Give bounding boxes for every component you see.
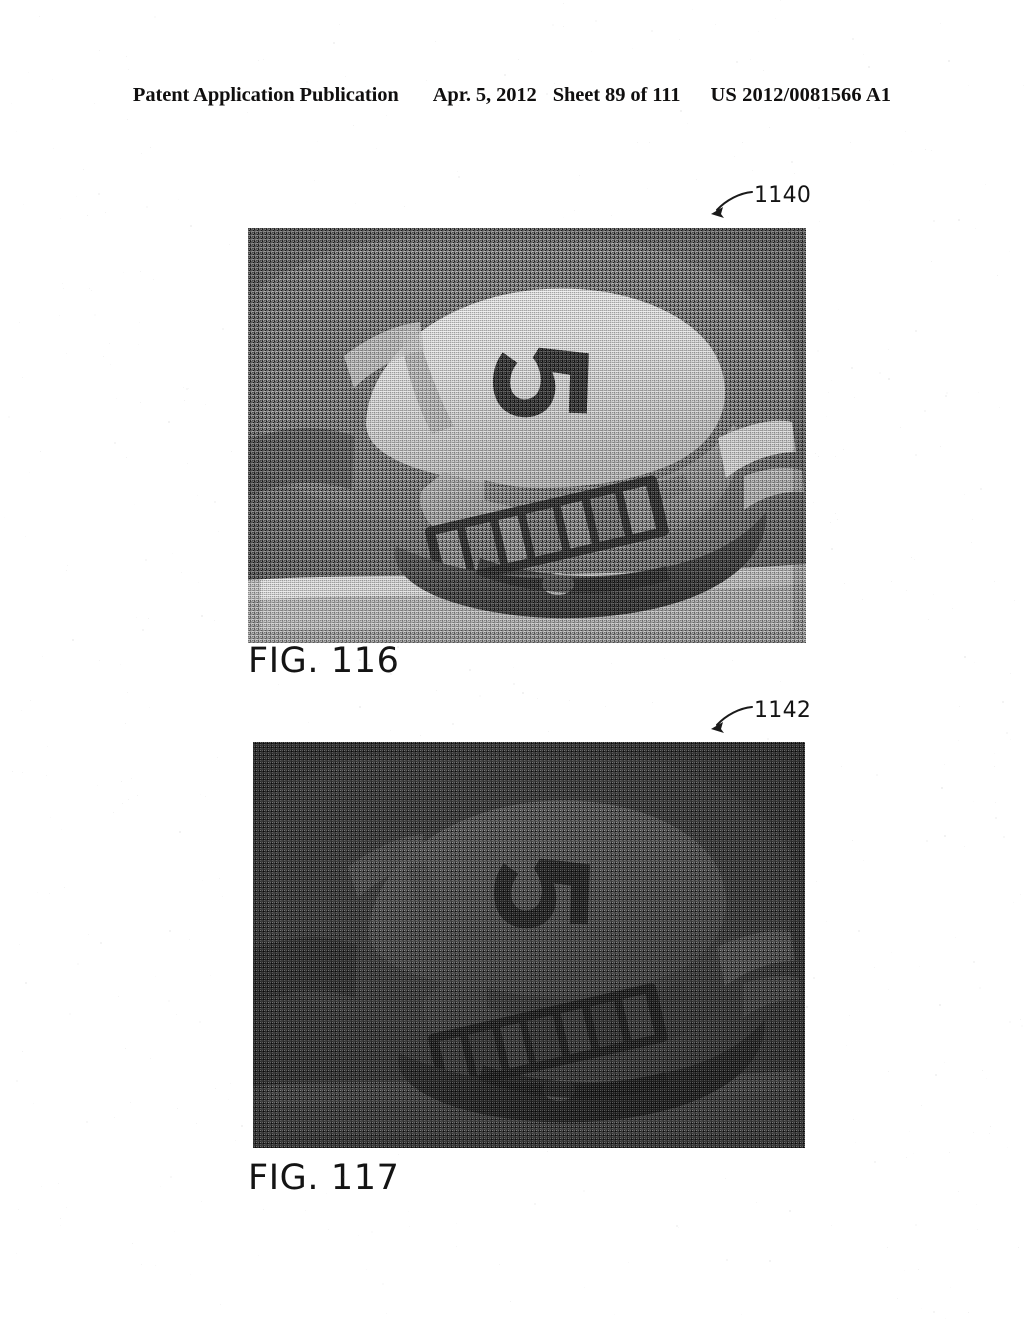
patent-drawing-sheet: Patent Application Publication Apr. 5, 2… — [0, 0, 1024, 1320]
figure-117-scene — [253, 742, 805, 1148]
figure-117 — [253, 742, 805, 1148]
callout-1140: 1140 — [706, 183, 846, 231]
reference-numeral-1142: 1142 — [754, 698, 812, 723]
header-publication-label: Patent Application Publication — [132, 84, 399, 106]
figure-117-caption: FIG. 117 — [248, 1158, 400, 1198]
figure-116 — [248, 228, 806, 643]
callout-1142: 1142 — [706, 698, 846, 746]
header-sheet-label: Sheet 89 of 111 — [552, 84, 681, 106]
figure-116-caption: FIG. 116 — [248, 641, 400, 681]
figure-117-photograph — [253, 742, 805, 1148]
page-header: Patent Application Publication Apr. 5, 2… — [0, 84, 1024, 114]
figure-116-photograph — [248, 228, 806, 643]
figure-116-scene — [248, 228, 806, 643]
header-publication-number: US 2012/0081566 A1 — [710, 84, 892, 106]
header-publication-date: Apr. 5, 2012 — [432, 84, 537, 106]
reference-numeral-1140: 1140 — [754, 183, 812, 208]
